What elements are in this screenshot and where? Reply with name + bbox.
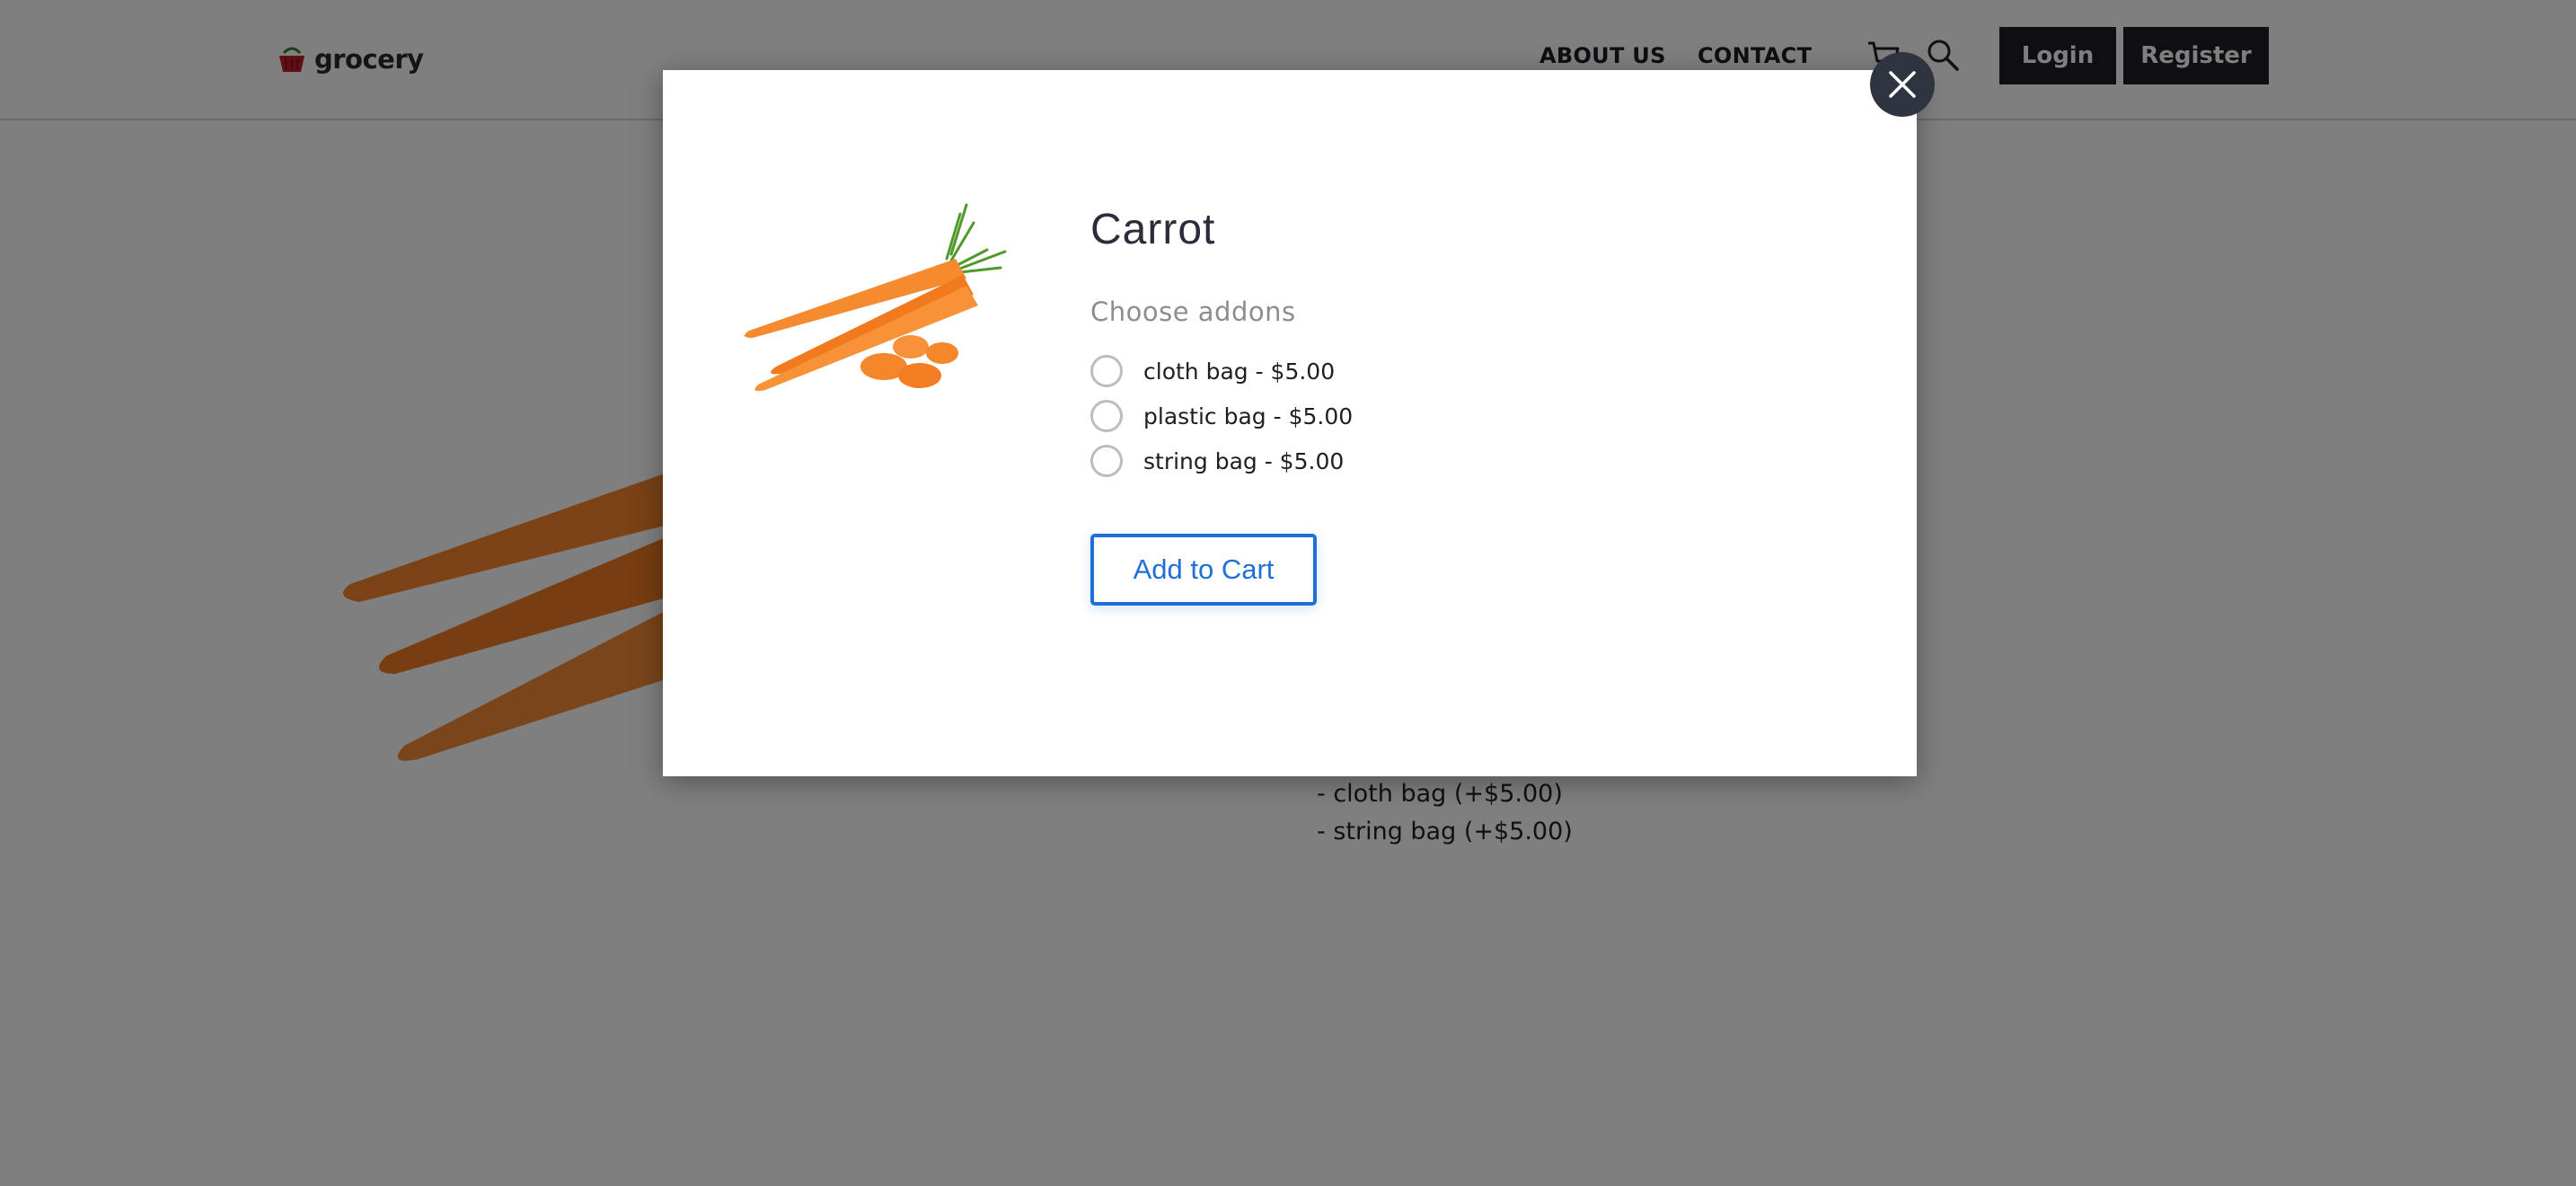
addon-option-cloth-bag[interactable]: cloth bag - $5.00 [1090,352,1335,390]
addon-radio[interactable] [1090,400,1123,432]
addon-label: cloth bag - $5.00 [1143,358,1336,385]
addon-label: plastic bag - $5.00 [1143,403,1354,429]
carrot-product-image [744,203,1007,392]
addon-label: string bag - $5.00 [1143,447,1345,474]
addon-option-plastic-bag[interactable]: plastic bag - $5.00 [1090,397,1353,435]
add-to-cart-button[interactable]: Add to Cart [1090,534,1317,606]
addons-heading: Choose addons [1090,296,1296,327]
product-modal: Carrot Choose addons cloth bag - $5.00 p… [663,70,1917,776]
close-icon [1889,71,1916,98]
addon-radio[interactable] [1090,445,1123,477]
product-title: Carrot [1090,206,1216,253]
addon-option-string-bag[interactable]: string bag - $5.00 [1090,442,1344,480]
addon-radio[interactable] [1090,355,1123,387]
modal-close-button[interactable] [1870,52,1935,117]
